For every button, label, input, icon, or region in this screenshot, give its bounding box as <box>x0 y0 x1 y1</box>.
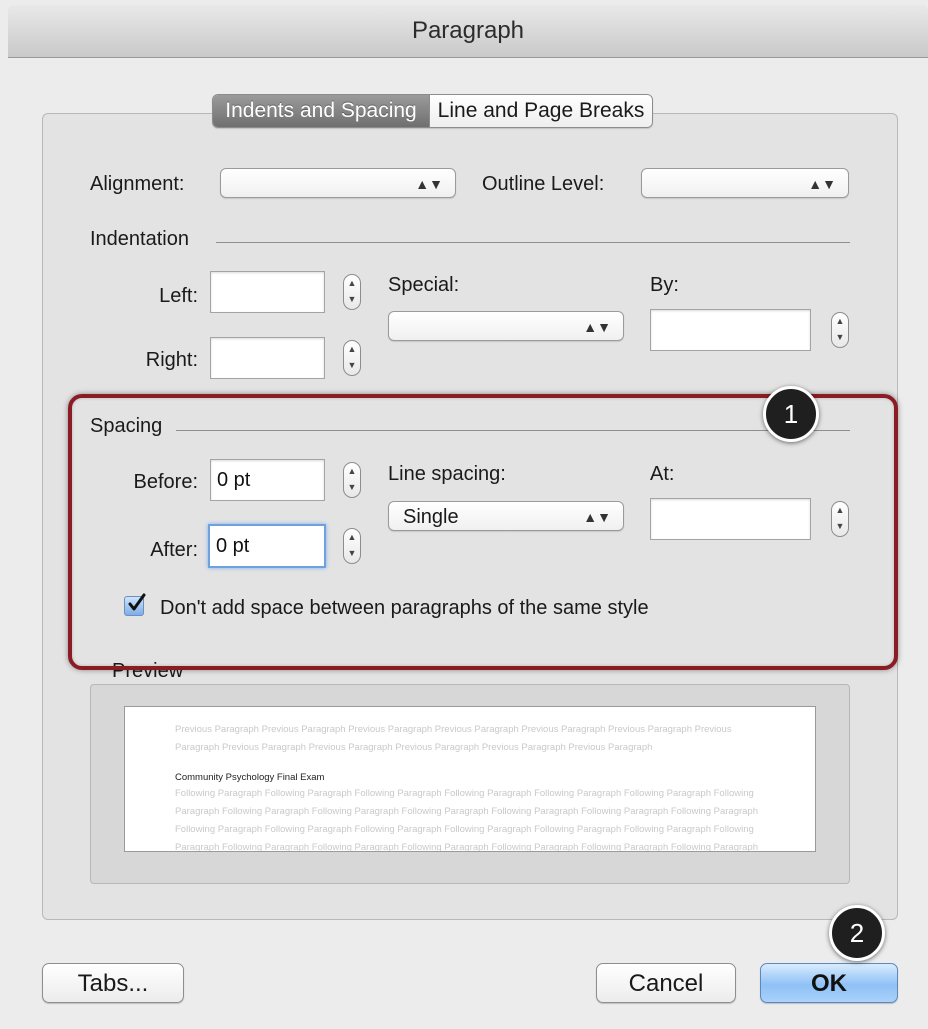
ok-button[interactable]: OK <box>760 963 898 1003</box>
preview-previous-line: Paragraph Previous Paragraph Previous Pa… <box>175 742 653 753</box>
title-bar: Paragraph <box>8 5 928 58</box>
tab-indents-and-spacing[interactable]: Indents and Spacing <box>213 95 429 127</box>
preview-following-line: Paragraph Following Paragraph Following … <box>175 842 758 852</box>
by-label: By: <box>650 274 679 296</box>
tab-line-and-page-breaks[interactable]: Line and Page Breaks <box>429 95 652 127</box>
right-indent-field[interactable] <box>210 337 325 379</box>
annotation-badge-2: 2 <box>829 905 885 961</box>
by-field[interactable] <box>650 309 811 351</box>
outline-level-select[interactable]: ▲▼ <box>641 168 849 198</box>
annotation-badge-1: 1 <box>763 386 819 442</box>
special-label: Special: <box>388 274 460 296</box>
indentation-heading: Indentation <box>90 228 189 250</box>
preview-previous-line: Previous Paragraph Previous Paragraph Pr… <box>175 724 732 735</box>
indentation-divider <box>216 242 850 243</box>
alignment-select[interactable]: ▲▼ <box>220 168 456 198</box>
select-arrows-icon: ▲▼ <box>583 319 611 335</box>
select-arrows-icon: ▲▼ <box>415 176 443 192</box>
preview-following-line: Paragraph Following Paragraph Following … <box>175 806 758 817</box>
preview-following-line: Following Paragraph Following Paragraph … <box>175 788 754 799</box>
alignment-label: Alignment: <box>90 173 185 195</box>
window-title: Paragraph <box>411 17 525 44</box>
left-indent-field[interactable] <box>210 271 325 313</box>
preview-following-line: Following Paragraph Following Paragraph … <box>175 824 754 835</box>
tab-bar: Indents and Spacing Line and Page Breaks <box>212 94 653 128</box>
select-arrows-icon: ▲▼ <box>808 176 836 192</box>
right-label: Right: <box>145 349 198 371</box>
left-indent-stepper[interactable]: ▲ ▼ <box>343 274 361 310</box>
left-label: Left: <box>159 285 198 307</box>
right-indent-stepper[interactable]: ▲ ▼ <box>343 340 361 376</box>
by-stepper[interactable]: ▲ ▼ <box>831 312 849 348</box>
outline-level-label: Outline Level: <box>482 173 605 195</box>
special-select[interactable]: ▲▼ <box>388 311 624 341</box>
cancel-button[interactable]: Cancel <box>596 963 736 1003</box>
tabs-button[interactable]: Tabs... <box>42 963 184 1003</box>
preview-page: Previous Paragraph Previous Paragraph Pr… <box>124 706 816 852</box>
